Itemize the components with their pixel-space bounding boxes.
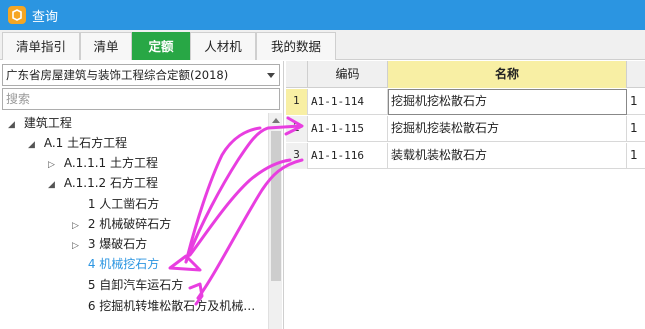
scroll-up-icon[interactable]	[272, 118, 280, 123]
header-extra[interactable]	[627, 61, 645, 88]
tree-node-manual-rock[interactable]: 1 人工凿石方	[72, 194, 159, 214]
row-code[interactable]: A1-1-116	[308, 143, 388, 169]
row-code[interactable]: A1-1-114	[308, 89, 388, 115]
tree-node-mech-break[interactable]: ▷ 2 机械破碎石方	[72, 214, 171, 234]
grid-header: 编码 名称	[286, 61, 645, 88]
tree-node-rock[interactable]: ◢ A.1.1.2 石方工程	[48, 173, 158, 193]
tree-node-label: A.1.1.1 土方工程	[63, 156, 158, 170]
scroll-thumb[interactable]	[271, 131, 281, 281]
chevron-down-icon	[267, 73, 275, 78]
tree-node-label: A.1.1.2 石方工程	[63, 176, 158, 190]
table-row[interactable]: 3 A1-1-116 装载机装松散石方 1	[286, 143, 645, 169]
row-code[interactable]: A1-1-115	[308, 116, 388, 142]
tree-node-mech-dig[interactable]: 4 机械挖石方	[72, 254, 159, 274]
tree-node-building[interactable]: ◢ 建筑工程	[8, 113, 72, 133]
tree-expand-icon[interactable]: ▷	[48, 155, 60, 175]
tree-node-earthwork[interactable]: ◢ A.1 土石方工程	[28, 133, 127, 153]
tree-collapse-icon[interactable]: ◢	[8, 115, 20, 135]
row-extra[interactable]: 1	[627, 143, 645, 169]
window-title: 查询	[32, 10, 59, 25]
tree-node-label: 4 机械挖石方	[87, 257, 160, 271]
tab-bill[interactable]: 清单	[80, 32, 132, 60]
tree-node-soil[interactable]: ▷ A.1.1.1 土方工程	[48, 153, 158, 173]
tab-bill-guide[interactable]: 清单指引	[2, 32, 80, 60]
app-logo-icon	[8, 6, 26, 24]
row-extra[interactable]: 1	[627, 116, 645, 142]
table-row[interactable]: 2 A1-1-115 挖掘机挖装松散石方 1	[286, 116, 645, 142]
tree-node-label: 2 机械破碎石方	[87, 217, 172, 231]
row-index: 2	[286, 116, 308, 142]
tree-node-label: 3 爆破石方	[87, 237, 148, 251]
tab-my-data[interactable]: 我的数据	[256, 32, 336, 60]
quota-tree: ◢ 建筑工程 ◢ A.1 土石方工程 ▷ A.1.1.1 土方工程 ◢ A.1.…	[0, 113, 268, 329]
tree-collapse-icon[interactable]: ◢	[48, 175, 60, 195]
quota-library-select[interactable]: 广东省房屋建筑与装饰工程综合定额(2018)	[2, 64, 280, 86]
tree-node-label: 5 自卸汽车运石方	[87, 278, 184, 292]
row-index: 3	[286, 143, 308, 169]
row-index: 1	[286, 89, 308, 115]
header-index	[286, 61, 308, 88]
table-row[interactable]: 1 A1-1-114 挖掘机挖松散石方 1	[286, 89, 645, 115]
header-code[interactable]: 编码	[308, 61, 388, 88]
header-name[interactable]: 名称	[388, 61, 627, 88]
left-panel: 广东省房屋建筑与装饰工程综合定额(2018) ◢ 建筑工程 ◢ A.1 土石方工…	[0, 61, 284, 329]
row-name[interactable]: 挖掘机挖松散石方	[388, 89, 627, 115]
tab-quota[interactable]: 定额	[132, 32, 190, 60]
tree-node-excavator-transfer[interactable]: 6 挖掘机转堆松散石方及机械…	[72, 296, 255, 316]
tree-node-blasting[interactable]: ▷ 3 爆破石方	[72, 234, 147, 254]
row-extra[interactable]: 1	[627, 89, 645, 115]
title-bar: 查询	[0, 0, 645, 30]
tree-scrollbar[interactable]	[268, 113, 282, 329]
tree-node-label: A.1 土石方工程	[43, 136, 128, 150]
tree-collapse-icon[interactable]: ◢	[28, 135, 40, 155]
quota-library-value: 广东省房屋建筑与装饰工程综合定额(2018)	[6, 68, 229, 82]
tree-node-label: 6 挖掘机转堆松散石方及机械…	[87, 299, 256, 313]
tree-node-label: 1 人工凿石方	[87, 197, 160, 211]
tree-node-label: 建筑工程	[23, 116, 72, 130]
tab-bar: 清单指引 清单 定额 人材机 我的数据	[0, 30, 645, 60]
row-name[interactable]: 挖掘机挖装松散石方	[388, 116, 627, 142]
tree-expand-icon[interactable]: ▷	[72, 216, 84, 236]
quota-grid: 编码 名称 1 A1-1-114 挖掘机挖松散石方 1 2 A1-1-115 挖…	[286, 61, 645, 329]
tree-expand-icon[interactable]: ▷	[72, 236, 84, 256]
tab-labor-material-machine[interactable]: 人材机	[190, 32, 256, 60]
row-name[interactable]: 装载机装松散石方	[388, 143, 627, 169]
tree-node-dump-truck[interactable]: 5 自卸汽车运石方	[72, 275, 183, 295]
search-input[interactable]	[2, 88, 280, 110]
